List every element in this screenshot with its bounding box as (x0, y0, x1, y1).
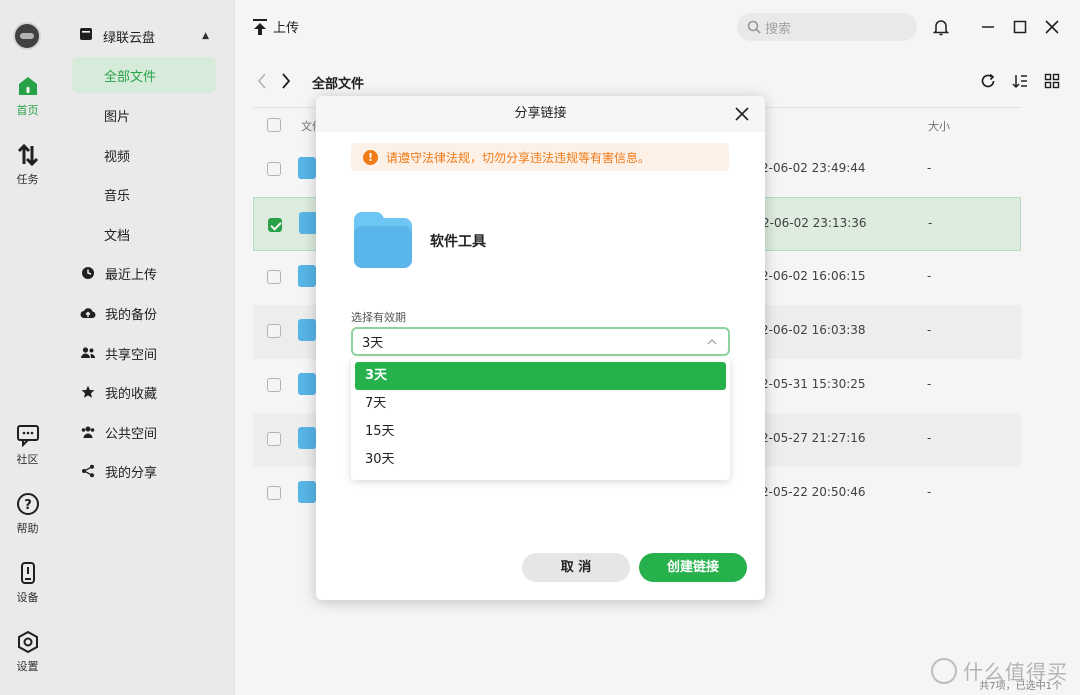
validity-dropdown: 3天 7天 15天 30天 (351, 358, 730, 480)
create-link-button[interactable]: 创建链接 (639, 553, 747, 582)
validity-option-30d[interactable]: 30天 (355, 446, 726, 474)
legal-warning-banner: ! 请遵守法律法规，切勿分享违法违规等有害信息。 (351, 143, 729, 171)
shared-file-name: 软件工具 (430, 234, 486, 250)
validity-select[interactable]: 3天 (351, 327, 730, 356)
warning-icon: ! (363, 149, 378, 165)
validity-option-7d[interactable]: 7天 (355, 390, 726, 418)
close-icon (735, 107, 749, 121)
validity-label: 选择有效期 (351, 311, 406, 324)
validity-option-15d[interactable]: 15天 (355, 418, 726, 446)
dialog-close-button[interactable] (733, 105, 751, 123)
watermark-logo-icon (931, 657, 957, 684)
chevron-up-icon (707, 339, 717, 345)
dialog-title: 分享链接 (316, 96, 765, 132)
cancel-button[interactable]: 取 消 (522, 553, 630, 582)
share-link-dialog: 分享链接 ! 请遵守法律法规，切勿分享违法违规等有害信息。 软件工具 选择有效期… (316, 96, 765, 600)
watermark: 什么值得买 (931, 656, 1068, 685)
warning-text: 请遵守法律法规，切勿分享违法违规等有害信息。 (386, 150, 651, 165)
folder-icon (354, 212, 412, 268)
watermark-text: 什么值得买 (963, 660, 1068, 684)
validity-selected-value: 3天 (362, 336, 384, 351)
validity-option-3d[interactable]: 3天 (355, 362, 726, 390)
